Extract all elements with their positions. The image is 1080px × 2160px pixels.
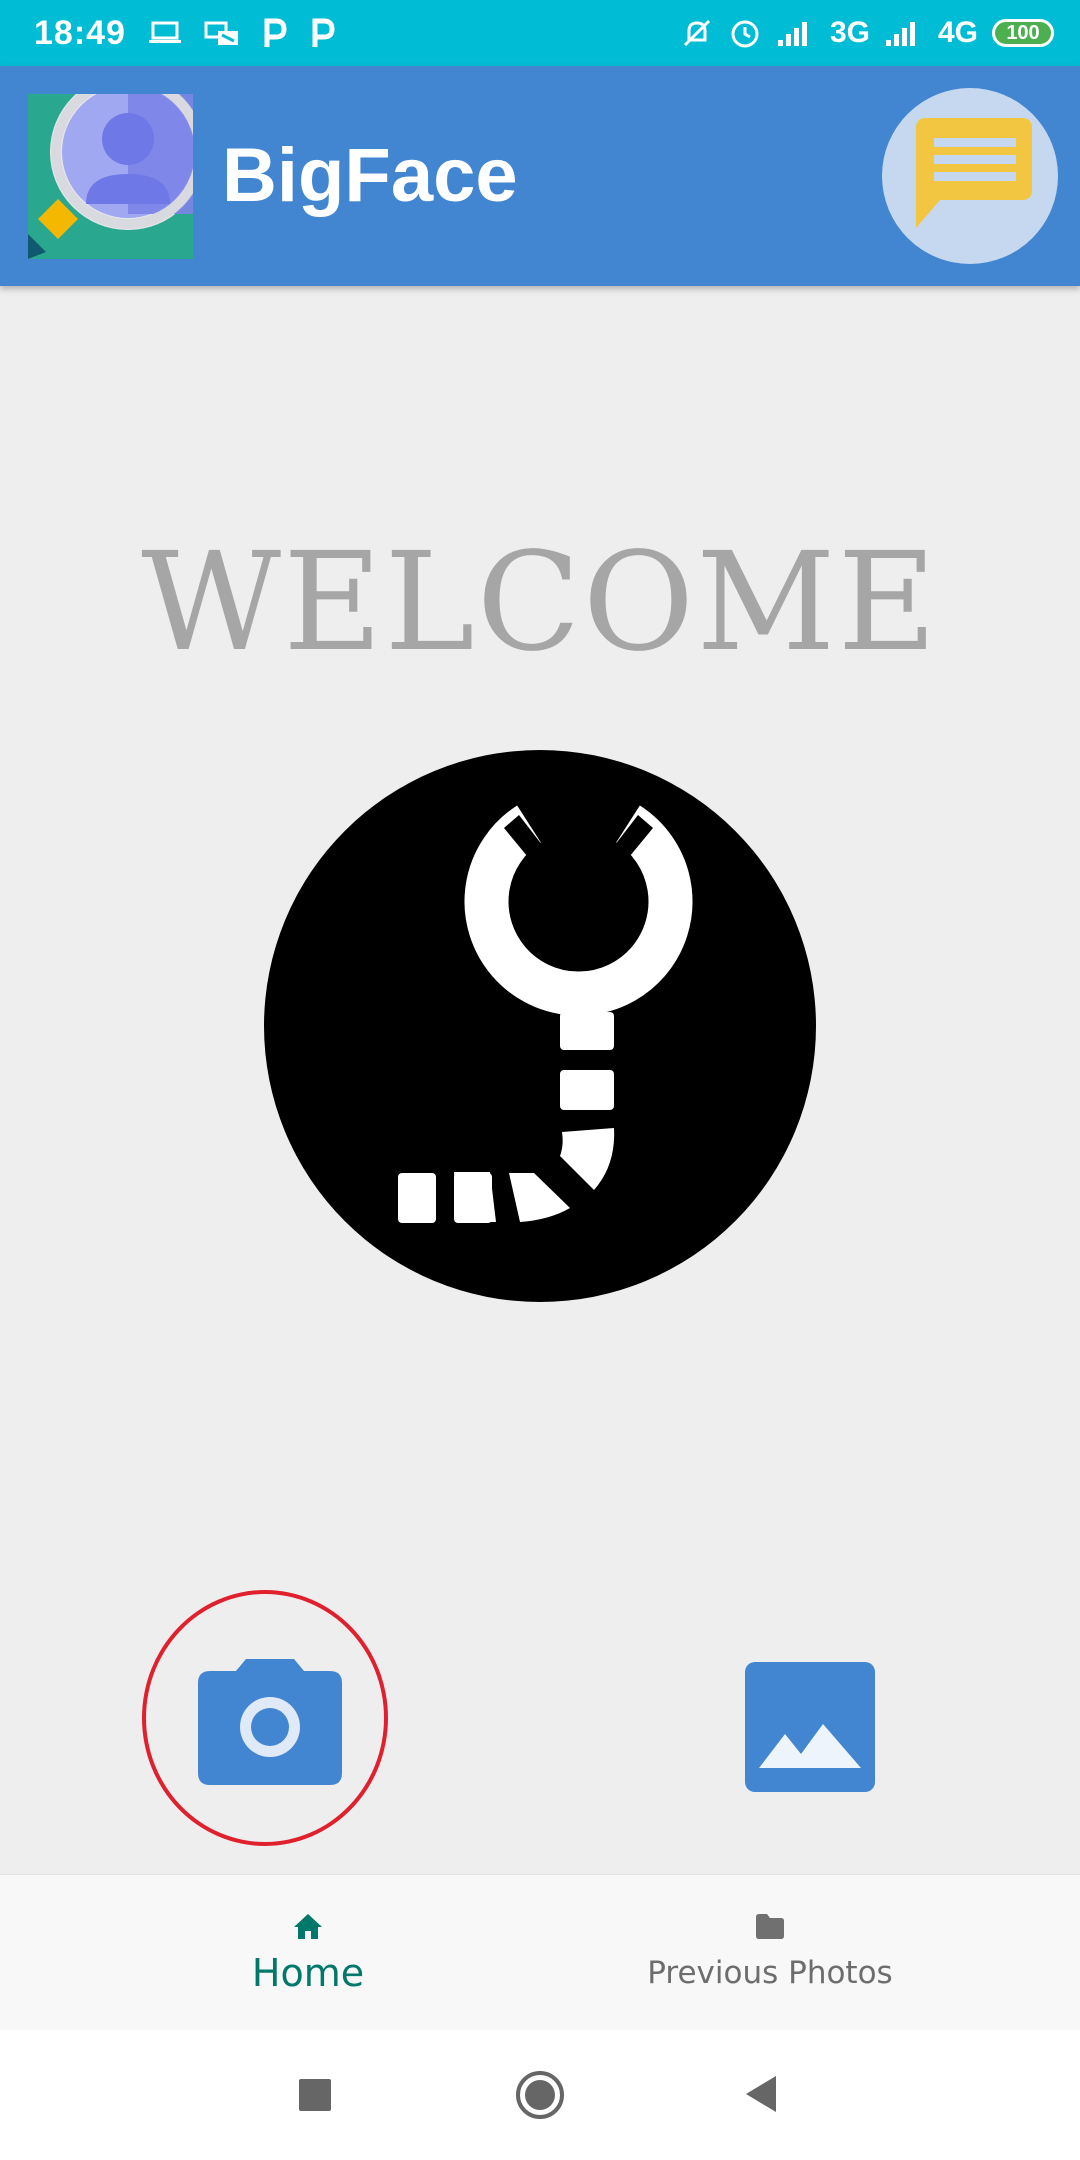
battery-indicator: 100 [992, 19, 1054, 47]
nav-label-home: Home [251, 1951, 365, 1995]
signal-icon-1 [777, 22, 807, 46]
nav-item-previous-photos[interactable]: Previous Photos [620, 1875, 920, 2031]
camera-button[interactable] [198, 1655, 342, 1785]
nav-label-previous-photos: Previous Photos [647, 1955, 893, 1991]
mute-bell-icon [683, 19, 710, 47]
network-type-2: 4G [937, 16, 978, 49]
chat-message-icon [916, 118, 1032, 228]
chat-button[interactable] [882, 88, 1058, 264]
status-right: 3G 4G 100 [680, 0, 1054, 66]
alarm-icon [731, 20, 759, 48]
signal-icon-2 [885, 22, 915, 46]
app-bar: BigFace [0, 66, 1080, 286]
home-icon [294, 1914, 322, 1939]
bottom-navigation: Home Previous Photos [0, 1874, 1080, 2031]
bigface-emblem-icon [264, 750, 816, 1302]
welcome-heading: WELCOME [141, 524, 939, 682]
recents-square-icon[interactable] [298, 2078, 332, 2112]
gallery-button[interactable] [745, 1662, 875, 1792]
system-navigation-bar [0, 2030, 1080, 2160]
network-type-1: 3G [829, 16, 870, 49]
app-title: BigFace [222, 133, 518, 218]
back-triangle-icon[interactable] [744, 2074, 778, 2114]
folder-icon [756, 1914, 784, 1939]
status-bar: 18:49 3G 4G 100 [0, 0, 1080, 66]
home-circle-icon[interactable] [515, 2070, 565, 2120]
cast-icon [204, 21, 238, 45]
laptop-icon [148, 21, 181, 43]
parking-p-icon-2 [312, 18, 335, 47]
status-left: 18:49 [34, 0, 336, 66]
status-time: 18:49 [34, 13, 126, 52]
nav-item-home[interactable]: Home [208, 1875, 408, 2031]
face-search-logo-icon [28, 94, 193, 259]
parking-p-icon [264, 18, 287, 47]
